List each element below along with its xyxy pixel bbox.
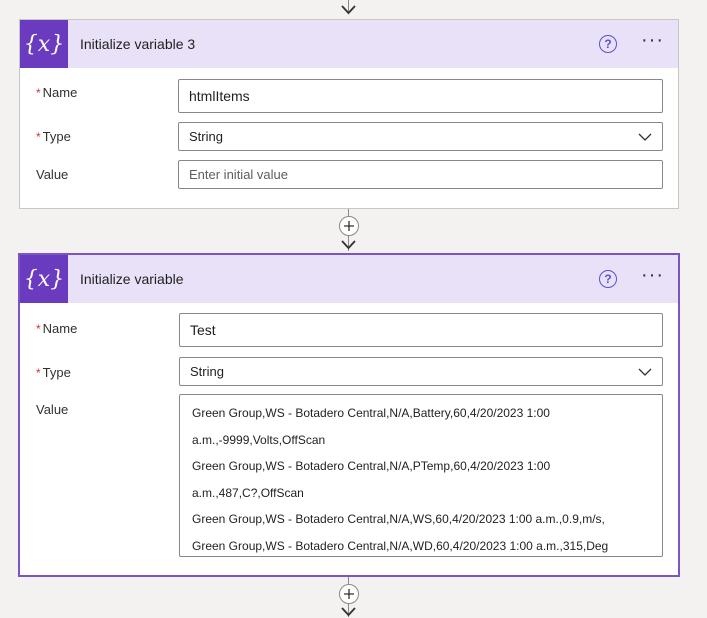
arrow-down-icon	[341, 5, 356, 15]
required-marker: *	[36, 366, 41, 380]
card-header[interactable]: {x} Initialize variable 3 ? ···	[20, 20, 678, 68]
type-dropdown-value: String	[190, 364, 224, 379]
chevron-down-icon	[638, 133, 652, 141]
chevron-down-icon	[638, 368, 652, 376]
name-input[interactable]: Test	[179, 313, 663, 347]
value-text-line: a.m.,487,C?,OffScan	[192, 485, 304, 500]
type-dropdown-value: String	[189, 129, 223, 144]
card-header[interactable]: {x} Initialize variable ? ···	[20, 255, 678, 303]
type-dropdown[interactable]: String	[179, 357, 663, 386]
name-input[interactable]: htmlItems	[178, 79, 663, 113]
value-field-label: Value	[36, 402, 69, 417]
value-input-placeholder: Enter initial value	[189, 167, 288, 182]
name-input-value: htmlItems	[189, 88, 250, 104]
value-text-line: Green Group,WS - Botadero Central,N/A,WS…	[192, 512, 605, 526]
variable-icon: {x}	[20, 255, 68, 303]
plus-icon	[344, 589, 354, 599]
arrow-down-icon	[341, 240, 356, 250]
card-title[interactable]: Initialize variable	[80, 271, 599, 287]
value-text-line: Green Group,WS - Botadero Central,N/A,WD…	[192, 538, 609, 553]
variable-icon: {x}	[20, 20, 68, 68]
value-textarea[interactable]: Green Group,WS - Botadero Central,N/A,Ba…	[179, 394, 663, 557]
name-field-label: * Name	[36, 321, 78, 336]
arrow-down-icon	[341, 607, 356, 617]
value-text-line: Green Group,WS - Botadero Central,N/A,Ba…	[192, 406, 550, 420]
help-icon[interactable]: ?	[599, 270, 618, 288]
required-marker: *	[36, 322, 41, 336]
more-options-icon[interactable]: ···	[641, 265, 664, 288]
more-options-icon[interactable]: ···	[641, 30, 664, 53]
value-input[interactable]: Enter initial value	[178, 160, 663, 189]
type-field-label: * Type	[36, 129, 71, 144]
name-input-value: Test	[190, 322, 216, 338]
plus-icon	[344, 221, 354, 231]
add-step-button[interactable]	[339, 584, 359, 604]
required-marker: *	[36, 86, 41, 100]
required-marker: *	[36, 130, 41, 144]
name-field-label: * Name	[36, 85, 78, 100]
add-step-button[interactable]	[339, 216, 359, 236]
type-dropdown[interactable]: String	[178, 122, 663, 151]
value-text-line: Green Group,WS - Botadero Central,N/A,PT…	[192, 459, 551, 473]
action-card-initialize-variable[interactable]: {x} Initialize variable ? ··· * Name Test…	[18, 253, 680, 577]
value-text-line: a.m.,-9999,Volts,OffScan	[192, 432, 326, 447]
type-field-label: * Type	[36, 365, 71, 380]
action-card-initialize-variable-3[interactable]: {x} Initialize variable 3 ? ··· * Name ht…	[19, 19, 679, 209]
value-field-label: Value	[36, 167, 69, 182]
help-icon[interactable]: ?	[599, 35, 618, 53]
card-title[interactable]: Initialize variable 3	[80, 36, 599, 52]
